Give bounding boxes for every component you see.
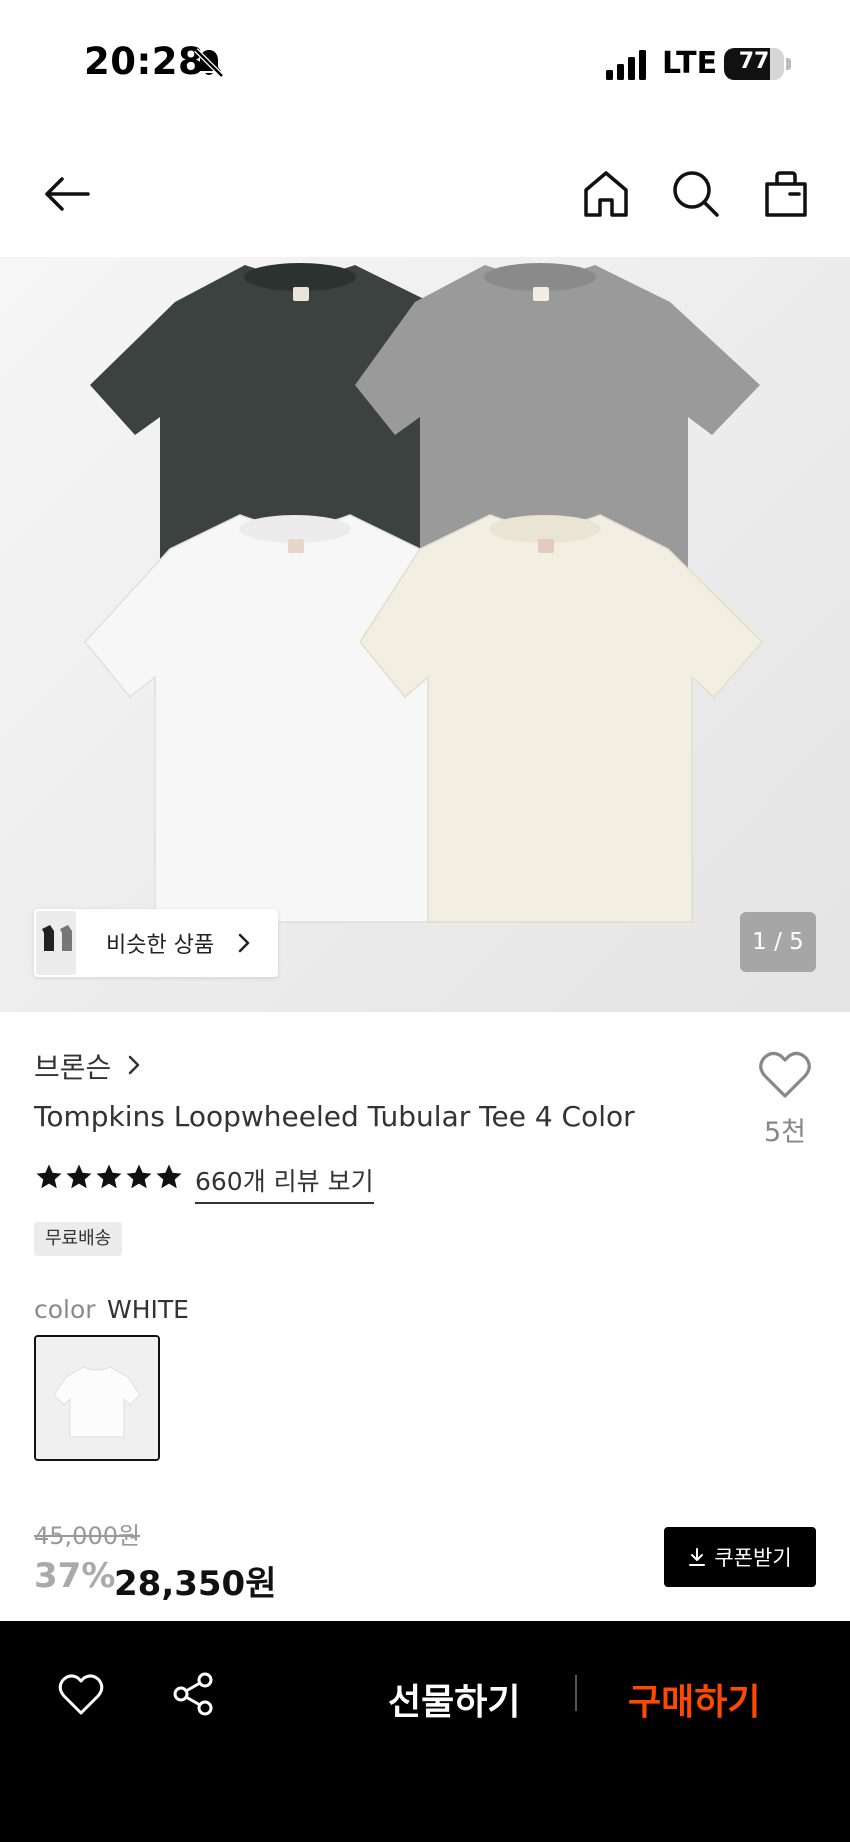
signal-icon <box>606 50 646 80</box>
battery-icon: 77 <box>724 48 784 80</box>
download-icon <box>689 1548 706 1566</box>
color-swatch-white[interactable] <box>34 1335 160 1461</box>
battery-level: 77 <box>738 49 770 74</box>
bottom-action-bar: 선물하기 구매하기 <box>0 1621 850 1842</box>
sale-price: 28,350원 <box>114 1564 277 1604</box>
heart-icon[interactable] <box>58 1671 104 1717</box>
star-icon <box>126 1164 152 1189</box>
similar-products-button[interactable]: 비슷한 상품 <box>34 909 278 977</box>
coupon-button[interactable]: 쿠폰받기 <box>664 1527 816 1587</box>
star-icon <box>36 1164 62 1189</box>
chevron-right-icon <box>238 933 250 953</box>
discount-rate: 37% <box>34 1556 116 1596</box>
similar-thumbnail <box>36 911 76 975</box>
battery-tip <box>786 58 791 70</box>
color-option-value: WHITE <box>107 1295 189 1324</box>
image-counter: 1 / 5 <box>740 912 816 972</box>
color-option-label: color <box>34 1295 96 1324</box>
reviews-link[interactable]: 660개 리뷰 보기 <box>195 1162 374 1204</box>
product-title: Tompkins Loopwheeled Tubular Tee 4 Color <box>34 1100 635 1133</box>
coupon-label: 쿠폰받기 <box>714 1546 792 1570</box>
product-image-carousel[interactable]: 비슷한 상품 1 / 5 <box>0 257 850 1012</box>
star-icon <box>156 1164 182 1189</box>
product-photo-tshirts <box>84 263 764 923</box>
heart-icon[interactable] <box>758 1050 812 1100</box>
star-icon <box>96 1164 122 1189</box>
star-icon <box>66 1164 92 1189</box>
buy-button[interactable]: 구매하기 <box>628 1673 760 1725</box>
similar-products-label: 비슷한 상품 <box>106 933 215 958</box>
divider <box>575 1675 577 1711</box>
status-bar: 20:28 LTE 77 <box>0 0 850 120</box>
search-icon[interactable] <box>670 168 722 220</box>
back-arrow-icon[interactable] <box>42 168 94 220</box>
free-shipping-badge: 무료배송 <box>34 1222 123 1256</box>
network-type: LTE <box>662 46 718 81</box>
brand-link[interactable]: 브론슨 <box>34 1046 111 1086</box>
home-icon[interactable] <box>580 168 632 220</box>
shopping-bag-icon[interactable] <box>760 168 812 220</box>
status-time: 20:28 <box>84 40 205 83</box>
chevron-right-icon <box>128 1055 140 1075</box>
like-count: 5천 <box>763 1117 807 1148</box>
share-icon[interactable] <box>170 1671 216 1717</box>
gift-button[interactable]: 선물하기 <box>388 1673 520 1725</box>
top-nav <box>0 150 850 250</box>
original-price: 45,000원 <box>34 1522 141 1550</box>
muted-bell-icon <box>194 48 224 78</box>
rating-stars <box>34 1162 184 1194</box>
